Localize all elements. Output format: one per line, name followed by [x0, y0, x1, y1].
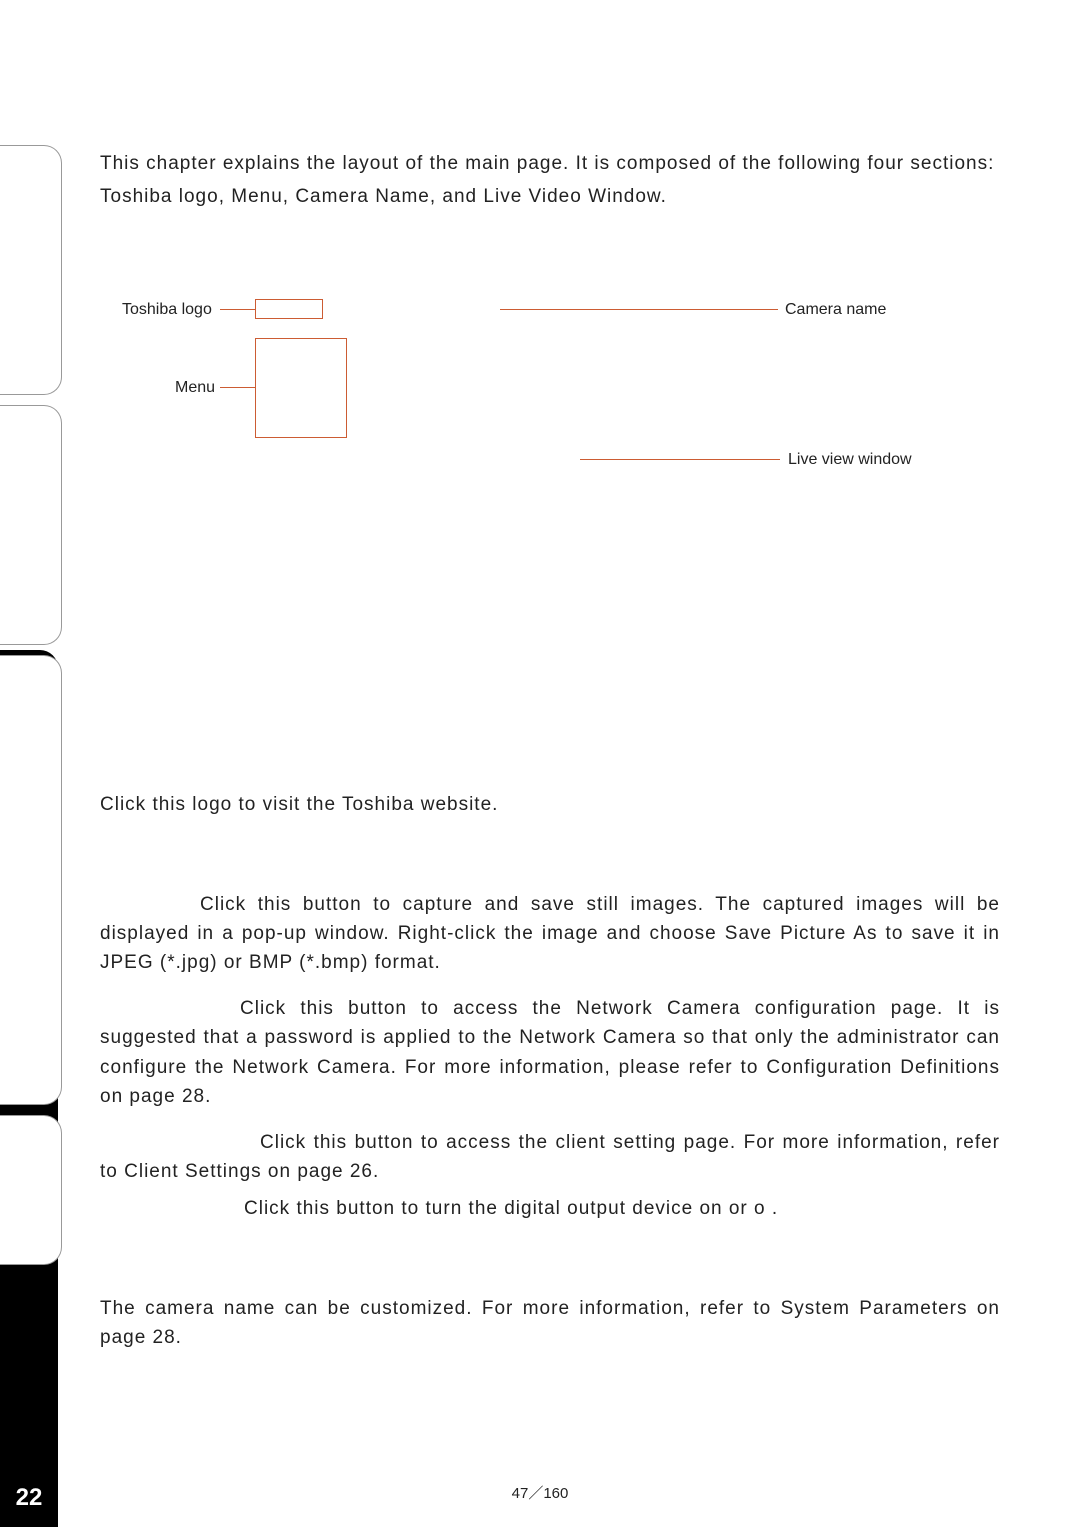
diagram-connector — [220, 387, 255, 388]
side-tab-3 — [0, 655, 62, 1105]
spacer — [100, 531, 1000, 791]
diagram-connector — [500, 309, 778, 310]
diagram-label-menu: Menu — [175, 379, 215, 397]
client-text: Click this button to access the client s… — [100, 1132, 1000, 1182]
diagram-logo-box — [255, 299, 323, 319]
intro-para-2: Toshiba logo, Menu, Camera Name, and Liv… — [100, 183, 1000, 212]
diagram-label-toshiba-logo: Toshiba logo — [122, 301, 212, 319]
pager-text: 47／160 — [512, 1485, 569, 1502]
config-desc: Click this button to access the Network … — [100, 994, 1000, 1112]
document-page: 22 This chapter explains the layout of t… — [0, 0, 1080, 1527]
spacer — [100, 978, 1000, 994]
diagram-connector — [220, 309, 255, 310]
layout-diagram: Toshiba logo Camera name Menu Live view … — [100, 271, 1000, 531]
client-desc: Click this button to access the client s… — [100, 1128, 1000, 1187]
diagram-menu-box — [255, 338, 347, 438]
pager: 47／160 — [0, 1482, 1080, 1503]
side-tab-1 — [0, 145, 62, 395]
side-tab-4 — [0, 1115, 62, 1265]
spacer — [100, 1224, 1000, 1294]
page-content: This chapter explains the layout of the … — [100, 150, 1000, 1353]
side-tab-2 — [0, 405, 62, 645]
snapshot-desc: Click this button to capture and save st… — [100, 890, 1000, 978]
spacer — [100, 1186, 1000, 1194]
diagram-label-live-view: Live view window — [788, 451, 912, 469]
page-number: 22 — [16, 1484, 43, 1512]
intro-para-1: This chapter explains the layout of the … — [100, 150, 1000, 179]
config-text: Click this button to access the Network … — [100, 998, 1000, 1107]
spacer — [100, 1112, 1000, 1128]
page-number-badge: 22 — [0, 1469, 58, 1527]
digital-out-text: Click this button to turn the digital ou… — [244, 1198, 778, 1219]
logo-desc: Click this logo to visit the Toshiba web… — [100, 791, 1000, 820]
diagram-label-camera-name: Camera name — [785, 301, 886, 319]
snapshot-text: Click this button to capture and save st… — [100, 894, 1000, 974]
digital-out-desc: Click this button to turn the digital ou… — [100, 1194, 1000, 1223]
diagram-connector — [580, 459, 780, 460]
spacer — [100, 824, 1000, 890]
camera-name-desc: The camera name can be customized. For m… — [100, 1294, 1000, 1353]
